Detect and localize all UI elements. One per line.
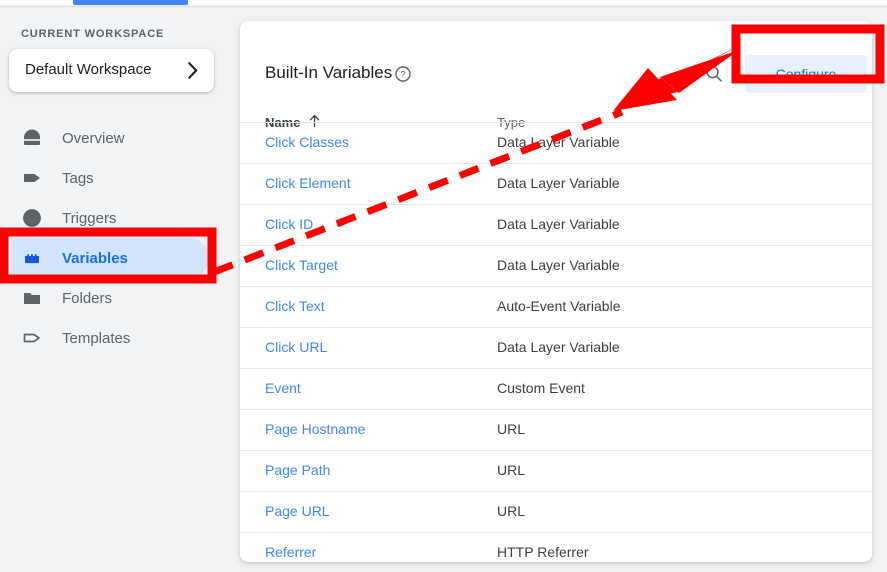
variable-name-link[interactable]: Referrer	[265, 544, 316, 560]
workspace-selector[interactable]: Default Workspace	[9, 49, 214, 92]
table-row[interactable]: Click ID Data Layer Variable	[240, 204, 872, 245]
variables-table: Click Classes Data Layer Variable Click El…	[240, 122, 872, 562]
table-row[interactable]: Click URL Data Layer Variable	[240, 327, 872, 368]
sidebar-item-label: Templates	[62, 329, 131, 347]
variable-name-link[interactable]: Click ID	[265, 216, 313, 232]
sidebar-item-label: Triggers	[62, 209, 117, 227]
page-title: Built-In Variables	[265, 63, 393, 82]
sidebar-item-label: Tags	[62, 169, 94, 187]
variable-type-cell: HTTP Referrer	[497, 544, 589, 560]
variable-type-cell: Auto-Event Variable	[497, 298, 621, 314]
table-row[interactable]: Referrer HTTP Referrer	[240, 532, 872, 562]
configure-button[interactable]: Configure	[745, 55, 867, 93]
variable-name-link[interactable]: Page Hostname	[265, 421, 365, 437]
table-row[interactable]: Page Hostname URL	[240, 409, 872, 450]
sidebar-item-triggers[interactable]: Triggers	[0, 198, 240, 238]
sidebar-item-templates[interactable]: Templates	[0, 318, 240, 358]
sidebar-item-label: Variables	[62, 249, 128, 267]
variable-name-link[interactable]: Click Classes	[265, 134, 349, 150]
sidebar-item-overview[interactable]: Overview	[0, 118, 240, 158]
variable-name-link[interactable]: Page Path	[265, 462, 330, 478]
table-row[interactable]: Click Text Auto-Event Variable	[240, 286, 872, 327]
trigger-icon	[21, 207, 43, 229]
variables-icon	[21, 247, 43, 269]
sidebar-item-label: Overview	[62, 129, 125, 147]
search-icon[interactable]	[704, 64, 724, 84]
help-circle-icon[interactable]: ?	[395, 66, 411, 82]
variable-type-cell: Data Layer Variable	[497, 216, 620, 232]
variable-type-cell: Data Layer Variable	[497, 134, 620, 150]
built-in-variables-card: Built-In Variables ? Configure Name Type…	[240, 21, 872, 562]
folder-icon	[21, 287, 43, 309]
sidebar-nav: Overview Tags Triggers Variables Folders…	[0, 118, 240, 358]
current-workspace-label: CURRENT WORKSPACE	[21, 28, 165, 40]
variable-name-link[interactable]: Page URL	[265, 503, 330, 519]
variable-name-link[interactable]: Click Target	[265, 257, 338, 273]
top-strip	[0, 0, 887, 8]
variable-type-cell: URL	[497, 462, 526, 478]
chevron-right-icon	[188, 62, 198, 79]
sidebar: CURRENT WORKSPACE Default Workspace Over…	[0, 8, 240, 572]
gtm-workspace-screen: CURRENT WORKSPACE Default Workspace Over…	[0, 0, 887, 572]
table-row[interactable]: Click Target Data Layer Variable	[240, 245, 872, 286]
variable-type-cell: URL	[497, 421, 526, 437]
sidebar-item-tags[interactable]: Tags	[0, 158, 240, 198]
svg-text:?: ?	[400, 70, 405, 81]
template-icon	[21, 327, 43, 349]
variable-type-cell: Data Layer Variable	[497, 175, 620, 191]
variable-name-link[interactable]: Click Text	[265, 298, 325, 314]
variable-type-cell: Data Layer Variable	[497, 339, 620, 355]
variable-name-link[interactable]: Click URL	[265, 339, 327, 355]
table-row[interactable]: Event Custom Event	[240, 368, 872, 409]
active-tab-indicator	[73, 0, 188, 5]
variable-name-link[interactable]: Click Element	[265, 175, 351, 191]
overview-icon	[21, 127, 43, 149]
sidebar-item-label: Folders	[62, 289, 113, 307]
variable-name-link[interactable]: Event	[265, 380, 301, 396]
table-row[interactable]: Page URL URL	[240, 491, 872, 532]
variable-type-cell: Data Layer Variable	[497, 257, 620, 273]
table-row[interactable]: Click Element Data Layer Variable	[240, 163, 872, 204]
variable-type-cell: Custom Event	[497, 380, 585, 396]
sidebar-item-folders[interactable]: Folders	[0, 278, 240, 318]
table-row[interactable]: Click Classes Data Layer Variable	[240, 122, 872, 163]
sidebar-item-variables[interactable]: Variables	[0, 238, 240, 278]
variable-type-cell: URL	[497, 503, 526, 519]
table-row[interactable]: Page Path URL	[240, 450, 872, 491]
workspace-name: Default Workspace	[25, 61, 152, 78]
tag-icon	[21, 167, 43, 189]
